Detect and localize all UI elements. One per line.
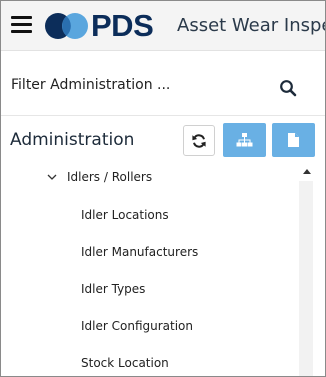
hamburger-line [11,23,32,26]
scroll-up-arrow-icon[interactable] [303,169,311,174]
search-icon[interactable] [279,79,297,97]
pds-logo-icon [45,13,88,39]
scrollbar-track[interactable] [299,181,313,376]
top-header: PDS Asset Wear Inspect [1,1,325,51]
tree-item-idler-locations[interactable]: Idler Locations [81,207,169,223]
tree-item-stock-location[interactable]: Stock Location [81,355,169,371]
tree-item-idler-types[interactable]: Idler Types [81,281,145,297]
app-window: PDS Asset Wear Inspect Filter Administra… [0,0,326,377]
tree-group-idlers-rollers[interactable]: Idlers / Rollers [67,169,152,185]
hierarchy-icon [236,133,253,147]
document-icon [288,133,299,147]
hamburger-line [11,16,32,19]
tree-item-idler-configuration[interactable]: Idler Configuration [81,318,193,334]
refresh-button[interactable] [183,125,215,156]
administration-title: Administration [10,130,135,150]
hamburger-menu-icon[interactable] [11,16,32,34]
hierarchy-button[interactable] [223,123,266,157]
app-title: Asset Wear Inspect [177,15,325,36]
filter-bar: Filter Administration ... [1,52,325,116]
tree-item-idler-manufacturers[interactable]: Idler Manufacturers [81,244,198,260]
logo-text: PDS [91,8,154,43]
new-document-button[interactable] [272,123,315,157]
refresh-icon [192,134,206,148]
hamburger-line [11,30,32,33]
filter-administration-input[interactable]: Filter Administration ... [11,76,170,94]
chevron-down-icon[interactable] [47,173,57,181]
